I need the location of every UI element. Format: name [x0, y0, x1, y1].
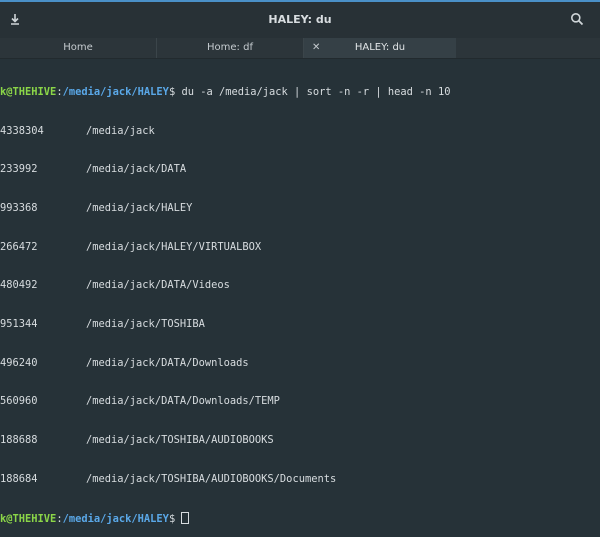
prompt-path: /media/jack/HALEY — [62, 512, 169, 525]
disk-usage-size: 560960 — [0, 395, 38, 408]
disk-usage-size: 266472 — [0, 240, 38, 253]
disk-usage-path: /media/jack/TOSHIBA/AUDIOBOOKS/Documents — [86, 472, 337, 485]
tab-label: HALEY: du — [354, 42, 406, 53]
prompt-user: k@THEHIVE — [0, 85, 57, 98]
prompt-user: k@THEHIVE — [0, 512, 57, 525]
close-icon[interactable]: ✕ — [312, 38, 320, 57]
window-title: HALEY: du — [268, 13, 332, 26]
disk-usage-path: /media/jack/HALEY — [86, 201, 193, 214]
prompt-symbol: $ — [168, 512, 182, 525]
tab-label: Home — [63, 42, 93, 53]
disk-usage-path: /media/jack/DATA/Downloads/TEMP — [86, 395, 280, 408]
tab-label: Home: df — [207, 42, 253, 53]
disk-usage-size: 993368 — [0, 201, 38, 214]
output-row: 188684/media/jack/TOSHIBA/AUDIOBOOKS/Doc… — [0, 473, 600, 486]
tab-home-df[interactable]: Home: df — [157, 38, 304, 58]
output-row: 496240/media/jack/DATA/Downloads — [0, 357, 600, 370]
tab-home[interactable]: Home — [0, 38, 157, 58]
disk-usage-path: /media/jack — [86, 124, 155, 137]
disk-usage-path: /media/jack/DATA — [86, 163, 187, 176]
disk-usage-path: /media/jack/HALEY/VIRTUALBOX — [86, 240, 262, 253]
text-cursor[interactable] — [181, 511, 190, 524]
output-row: 188688/media/jack/TOSHIBA/AUDIOBOOKS — [0, 434, 600, 447]
disk-usage-size: 188688 — [0, 434, 38, 447]
command-prompt: k@THEHIVE:/media/jack/HALEY$ du -a /medi… — [0, 86, 600, 99]
disk-usage-size: 188684 — [0, 472, 38, 485]
disk-usage-path: /media/jack/DATA/Videos — [86, 279, 230, 292]
disk-usage-path: /media/jack/DATA/Downloads — [86, 356, 249, 369]
disk-usage-size: 496240 — [0, 356, 38, 369]
tab-bar: Home Home: df ✕ HALEY: du — [0, 38, 600, 59]
output-row: 560960/media/jack/DATA/Downloads/TEMP — [0, 395, 600, 408]
disk-usage-size: 233992 — [0, 163, 38, 176]
command-text: du -a /media/jack | sort -n -r | head -n… — [175, 85, 451, 98]
title-bar: HALEY: du — [0, 0, 600, 38]
command-prompt: k@THEHIVE:/media/jack/HALEY$ — [0, 511, 600, 525]
disk-usage-path: /media/jack/TOSHIBA — [86, 318, 205, 331]
disk-usage-size: 951344 — [0, 318, 38, 331]
output-row: 993368/media/jack/HALEY — [0, 202, 600, 215]
output-row: 4338304/media/jack — [0, 125, 600, 138]
disk-usage-path: /media/jack/TOSHIBA/AUDIOBOOKS — [86, 434, 274, 447]
output-row: 951344/media/jack/TOSHIBA — [0, 318, 600, 331]
output-row: 266472/media/jack/HALEY/VIRTUALBOX — [0, 241, 600, 254]
tab-haley-du[interactable]: ✕ HALEY: du — [304, 38, 456, 58]
disk-usage-size: 4338304 — [0, 124, 44, 137]
prompt-path: /media/jack/HALEY — [62, 85, 169, 98]
disk-usage-size: 480492 — [0, 279, 38, 292]
output-row: 480492/media/jack/DATA/Videos — [0, 279, 600, 292]
terminal-output[interactable]: k@THEHIVE:/media/jack/HALEY$ du -a /medi… — [0, 60, 600, 525]
search-icon[interactable] — [570, 12, 584, 26]
output-row: 233992/media/jack/DATA — [0, 163, 600, 176]
